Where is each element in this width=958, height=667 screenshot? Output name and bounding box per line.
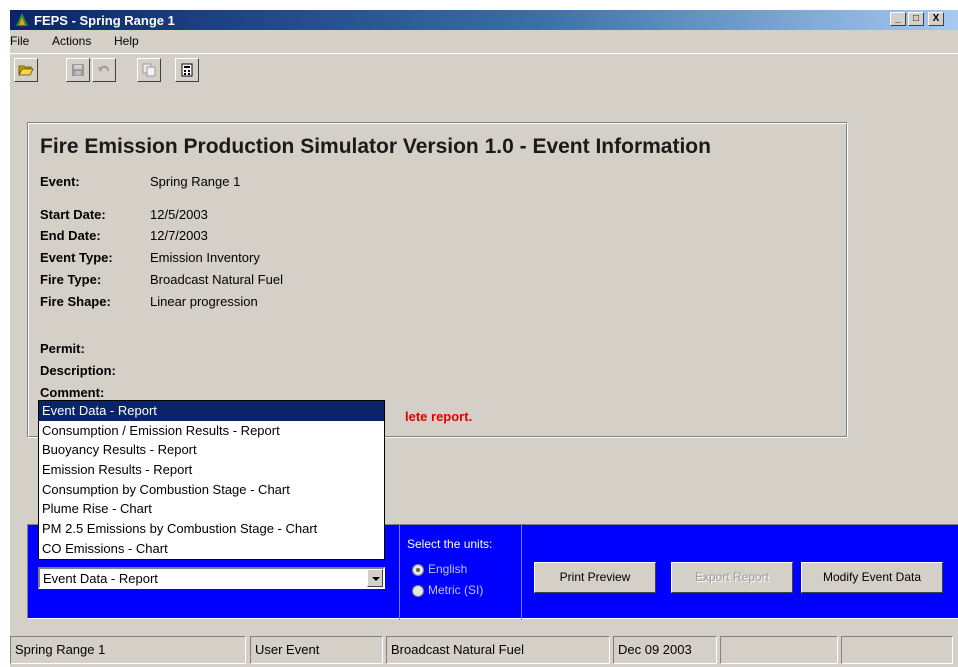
units-group: Select the units: English Metric (SI) [399, 525, 522, 620]
start-date-label: Start Date: [40, 207, 106, 222]
dropdown-option[interactable]: Buoyancy Results - Report [39, 440, 384, 460]
end-date-value: 12/7/2003 [150, 228, 208, 243]
status-event-name: Spring Range 1 [10, 636, 246, 664]
save-disk-icon [72, 64, 84, 76]
end-date-label: End Date: [40, 228, 101, 243]
report-type-dropdown: Event Data - Report Consumption / Emissi… [38, 400, 385, 560]
english-radio-label: English [428, 562, 468, 576]
report-type-selected: Event Data - Report [43, 571, 158, 586]
comment-label: Comment: [40, 385, 105, 400]
close-button[interactable]: X [928, 12, 944, 26]
event-label: Event: [40, 174, 80, 189]
modify-event-data-button[interactable]: Modify Event Data [801, 562, 943, 593]
print-preview-button[interactable]: Print Preview [534, 562, 656, 593]
menu-file[interactable]: File [10, 34, 29, 48]
event-type-value: Emission Inventory [150, 250, 260, 265]
toolbar [10, 53, 958, 88]
main-window: FEPS - Spring Range 1 _ □ X File Actions… [10, 10, 958, 667]
event-value: Spring Range 1 [150, 174, 241, 189]
status-fire-type: Broadcast Natural Fuel [386, 636, 610, 664]
units-label: Select the units: [407, 537, 493, 551]
copy-button[interactable] [137, 58, 161, 82]
permit-label: Permit: [40, 341, 85, 356]
status-event-source: User Event [250, 636, 383, 664]
title-bar[interactable]: FEPS - Spring Range 1 _ □ X [10, 10, 958, 30]
fire-type-value: Broadcast Natural Fuel [150, 272, 283, 287]
status-date: Dec 09 2003 [613, 636, 717, 664]
chevron-down-icon[interactable] [367, 569, 383, 587]
fire-app-icon [16, 13, 28, 27]
dropdown-option[interactable]: Event Data - Report [39, 401, 384, 421]
radio-selected-icon [412, 564, 424, 576]
dropdown-option[interactable]: Emission Results - Report [39, 460, 384, 480]
fire-type-label: Fire Type: [40, 272, 102, 287]
menu-bar: File Actions Help [10, 31, 958, 51]
fire-shape-label: Fire Shape: [40, 294, 111, 309]
dropdown-option[interactable]: Consumption / Emission Results - Report [39, 421, 384, 441]
maximize-button[interactable]: □ [908, 12, 924, 26]
description-label: Description: [40, 363, 116, 378]
incomplete-report-message: lete report. [405, 409, 473, 424]
status-bar: Spring Range 1 User Event Broadcast Natu… [10, 632, 958, 667]
status-panel-5 [720, 636, 838, 664]
status-panel-6 [841, 636, 953, 664]
dropdown-option[interactable]: Consumption by Combustion Stage - Chart [39, 480, 384, 500]
metric-radio-label: Metric (SI) [428, 583, 484, 597]
window-title: FEPS - Spring Range 1 [34, 13, 175, 28]
event-information-panel: Fire Emission Production Simulator Versi… [27, 122, 848, 438]
dropdown-option[interactable]: CO Emissions - Chart [39, 539, 384, 559]
dropdown-option[interactable]: Plume Rise - Chart [39, 499, 384, 519]
calculator-icon [181, 63, 193, 77]
event-type-label: Event Type: [40, 250, 113, 265]
calculator-button[interactable] [175, 58, 199, 82]
report-type-select[interactable]: Event Data - Report [38, 567, 385, 589]
start-date-value: 12/5/2003 [150, 207, 208, 222]
minimize-button[interactable]: _ [890, 12, 906, 26]
menu-actions[interactable]: Actions [52, 34, 91, 48]
open-button[interactable] [14, 58, 38, 82]
fire-shape-value: Linear progression [150, 294, 258, 309]
dropdown-option[interactable]: PM 2.5 Emissions by Combustion Stage - C… [39, 519, 384, 539]
page-title: Fire Emission Production Simulator Versi… [40, 135, 711, 158]
undo-button[interactable] [92, 58, 116, 82]
undo-icon [98, 65, 109, 72]
export-report-button[interactable]: Export Report [671, 562, 793, 593]
menu-help[interactable]: Help [114, 34, 139, 48]
open-folder-icon [18, 65, 34, 76]
copy-icon [142, 63, 156, 77]
radio-unselected-icon [412, 585, 424, 597]
save-button[interactable] [66, 58, 90, 82]
